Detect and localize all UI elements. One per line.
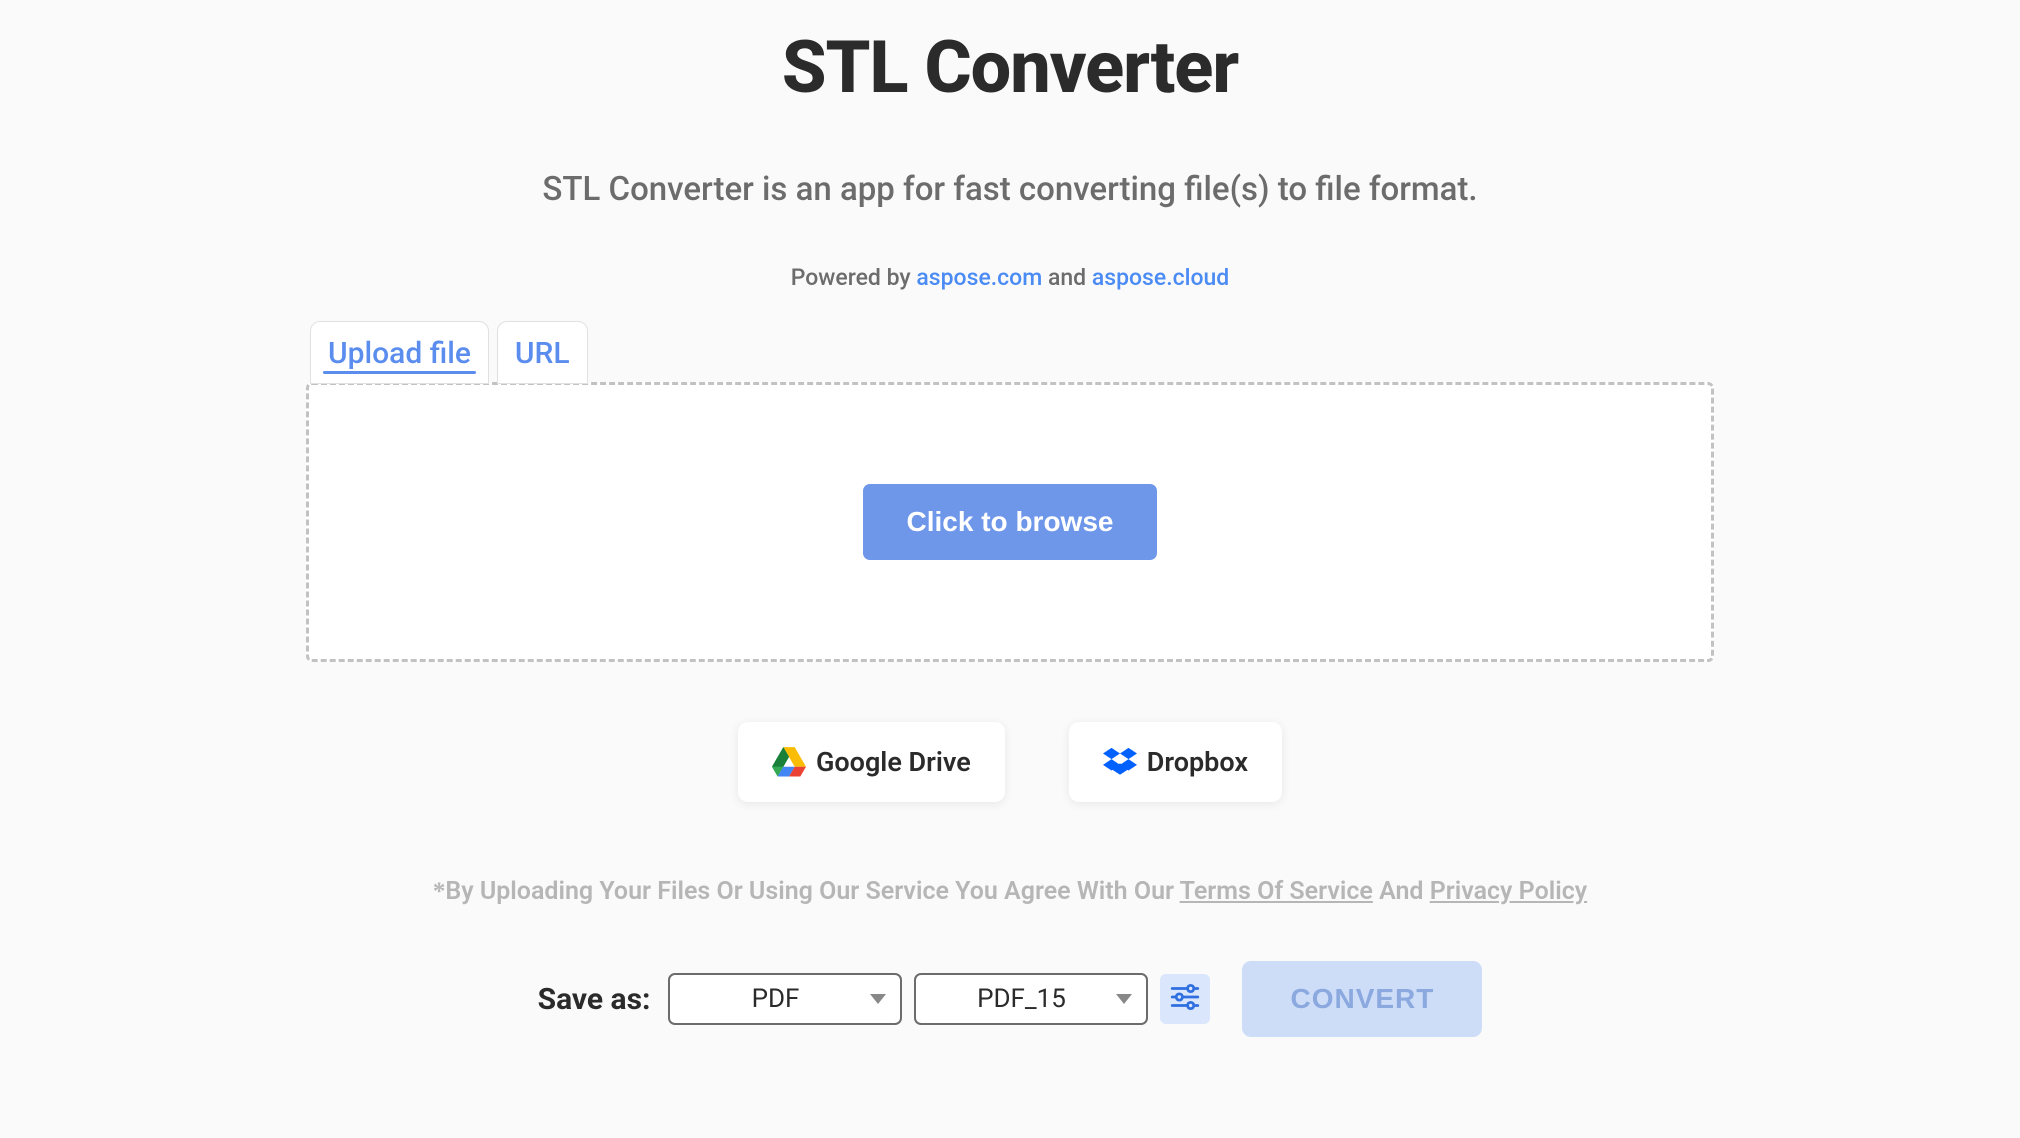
aspose-cloud-link[interactable]: aspose.cloud	[1092, 264, 1229, 291]
disclaimer-text: *By Uploading Your Files Or Using Our Se…	[300, 877, 1720, 906]
subformat-select[interactable]: PDF_15	[914, 973, 1148, 1025]
sliders-icon	[1168, 980, 1202, 1018]
powered-by-text: Powered by aspose.com and aspose.cloud	[300, 264, 1720, 291]
privacy-policy-link[interactable]: Privacy Policy	[1430, 877, 1587, 906]
dropbox-button[interactable]: Dropbox	[1069, 722, 1282, 802]
google-drive-button[interactable]: Google Drive	[738, 722, 1005, 802]
settings-button[interactable]	[1160, 974, 1210, 1024]
format-select-value: PDF	[752, 984, 800, 1014]
file-dropzone[interactable]: Click to browse	[306, 382, 1714, 662]
disclaimer-asterisk: *	[433, 878, 446, 905]
tab-upload-file[interactable]: Upload file	[310, 321, 489, 384]
page-subtitle: STL Converter is an app for fast convert…	[300, 170, 1720, 209]
chevron-down-icon	[1116, 994, 1132, 1004]
disclaimer-middle: And	[1373, 877, 1430, 906]
format-select[interactable]: PDF	[668, 973, 902, 1025]
subformat-select-value: PDF_15	[977, 984, 1066, 1014]
page-title: STL Converter	[300, 25, 1720, 110]
terms-of-service-link[interactable]: Terms Of Service	[1180, 877, 1373, 906]
dropbox-label: Dropbox	[1147, 746, 1248, 778]
save-as-label: Save as:	[538, 982, 651, 1017]
google-drive-label: Google Drive	[816, 746, 971, 778]
powered-middle: and	[1042, 264, 1092, 291]
browse-button[interactable]: Click to browse	[863, 484, 1158, 560]
aspose-com-link[interactable]: aspose.com	[916, 264, 1042, 291]
upload-tabs: Upload file URL	[300, 321, 1720, 384]
google-drive-icon	[772, 747, 806, 777]
powered-prefix: Powered by	[791, 264, 917, 291]
chevron-down-icon	[870, 994, 886, 1004]
convert-button[interactable]: CONVERT	[1242, 961, 1482, 1037]
dropbox-icon	[1103, 747, 1137, 777]
disclaimer-before: By Uploading Your Files Or Using Our Ser…	[445, 877, 1179, 906]
tab-url[interactable]: URL	[497, 321, 588, 384]
